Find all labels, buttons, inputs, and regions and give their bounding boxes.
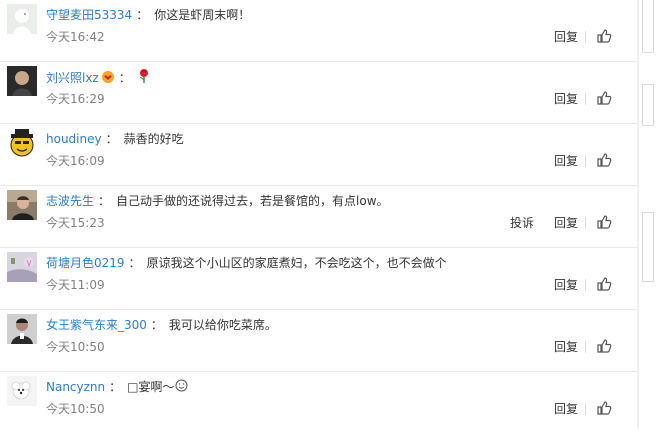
thumbs-up-icon[interactable] xyxy=(596,214,612,230)
comment-time: 今天10:50 xyxy=(46,340,105,354)
comment-text: □宴啊～ xyxy=(127,380,175,394)
comment-time: 今天10:50 xyxy=(46,402,105,416)
colon: ： xyxy=(150,318,163,332)
thumbs-up-icon[interactable] xyxy=(596,276,612,292)
colon: ： xyxy=(98,194,111,208)
reply-button[interactable]: 回复 xyxy=(554,278,578,292)
comment-item: 刘兴照lxz ： 今天16:29 回复 xyxy=(0,62,637,124)
comment-time: 今天11:09 xyxy=(46,278,105,292)
comment-item: 荷塘月色0219： 原谅我这个小山区的家庭煮妇，不会吃这个，也不会做个 今天11:… xyxy=(0,248,637,310)
username-link[interactable]: Nancyznn xyxy=(46,380,105,394)
reply-button[interactable]: 回复 xyxy=(554,154,578,168)
comment-text: 自己动手做的还说得过去，若是餐馆的，有点low。 xyxy=(116,194,389,208)
side-panel-edge xyxy=(637,0,656,429)
comment-text: 我可以给你吃菜席。 xyxy=(168,318,277,332)
reply-button[interactable]: 回复 xyxy=(554,402,578,416)
comment-time: 今天16:42 xyxy=(46,30,105,44)
report-button[interactable]: 投诉 xyxy=(510,216,534,230)
comment-text: 原谅我这个小山区的家庭煮妇，不会吃这个，也不会做个 xyxy=(146,256,447,270)
thumbs-up-icon[interactable] xyxy=(596,400,612,416)
thumbs-up-icon[interactable] xyxy=(596,338,612,354)
colon: ： xyxy=(136,8,149,22)
avatar[interactable] xyxy=(7,4,37,34)
panel-fragment xyxy=(642,212,654,282)
avatar[interactable] xyxy=(7,376,37,406)
panel-border xyxy=(637,0,639,429)
divider xyxy=(585,93,586,105)
divider xyxy=(585,279,586,291)
comment-item: 志波先生 ： 自己动手做的还说得过去，若是餐馆的，有点low。 今天15:23 投诉… xyxy=(0,186,637,248)
thumbs-up-icon[interactable] xyxy=(596,152,612,168)
reply-button[interactable]: 回复 xyxy=(554,216,578,230)
comment-item: Nancyznn ： □宴啊～ 今天10:50 回复 xyxy=(0,372,637,434)
username-link[interactable]: 刘兴照lxz xyxy=(46,71,99,85)
comment-item: 守望麦田53334 ： 你这是虾周末啊！ 今天16:42 回复 xyxy=(0,0,637,62)
rose-icon xyxy=(137,68,151,89)
panel-fragment xyxy=(642,84,654,126)
comment-time: 今天15:23 xyxy=(46,216,105,230)
comment-item: 女王紫气东来_300： 我可以给你吃菜席。 今天10:50 回复 xyxy=(0,310,637,372)
comment-item: houdiney： 蒜香的好吃 今天16:09 回复 xyxy=(0,124,637,186)
divider xyxy=(585,341,586,353)
comment-list: 守望麦田53334 ： 你这是虾周末啊！ 今天16:42 回复 刘兴照lxz ： 今天… xyxy=(0,0,637,429)
comment-time: 今天16:09 xyxy=(46,154,105,168)
username-link[interactable]: 守望麦田53334 xyxy=(46,8,132,22)
colon: ： xyxy=(105,132,118,146)
username-link[interactable]: 荷塘月色0219 xyxy=(46,256,125,270)
username-link[interactable]: 志波先生 xyxy=(46,194,94,208)
divider xyxy=(585,155,586,167)
thumbs-up-icon[interactable] xyxy=(596,28,612,44)
avatar[interactable] xyxy=(7,190,37,220)
smile-icon xyxy=(175,379,188,397)
divider xyxy=(585,31,586,43)
colon: ： xyxy=(109,380,122,394)
comment-text: 你这是虾周末啊！ xyxy=(154,8,251,22)
thumbs-up-icon[interactable] xyxy=(596,90,612,106)
panel-fragment xyxy=(642,0,654,53)
reply-button[interactable]: 回复 xyxy=(554,30,578,44)
reply-button[interactable]: 回复 xyxy=(554,340,578,354)
divider xyxy=(585,217,586,229)
colon: ： xyxy=(118,71,131,85)
colon: ： xyxy=(128,256,141,270)
avatar[interactable] xyxy=(7,128,37,158)
username-link[interactable]: 女王紫气东来_300 xyxy=(46,318,147,332)
comment-time: 今天16:29 xyxy=(46,92,105,106)
avatar[interactable] xyxy=(7,314,37,344)
comment-text: 蒜香的好吃 xyxy=(123,132,184,146)
divider xyxy=(585,403,586,415)
avatar[interactable] xyxy=(7,252,37,282)
reply-button[interactable]: 回复 xyxy=(554,92,578,106)
crown-heart-icon xyxy=(101,70,115,88)
username-link[interactable]: houdiney xyxy=(46,132,102,146)
avatar[interactable] xyxy=(7,66,37,96)
